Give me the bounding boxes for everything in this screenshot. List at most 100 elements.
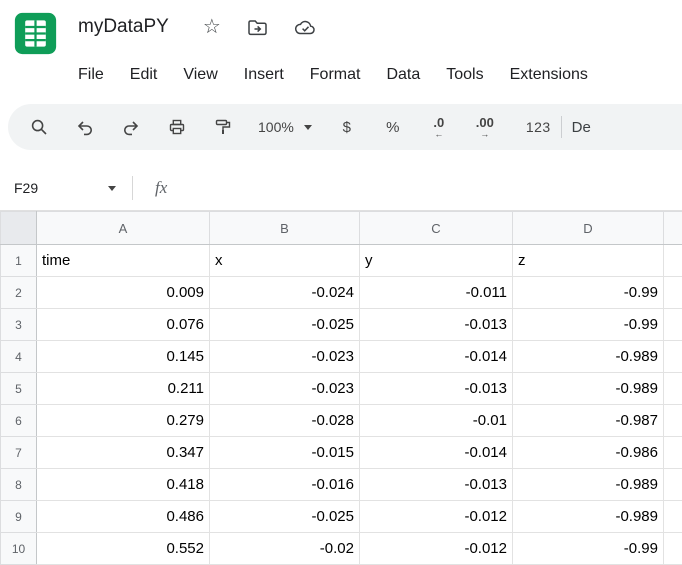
- sheet-row: 60.279-0.028-0.01-0.987: [1, 405, 682, 437]
- cell[interactable]: x: [210, 245, 360, 277]
- undo-button[interactable]: [62, 110, 108, 144]
- cell[interactable]: 0.211: [37, 373, 210, 405]
- cell[interactable]: -0.025: [210, 309, 360, 341]
- column-header-a[interactable]: A: [37, 212, 210, 245]
- print-button[interactable]: [154, 110, 200, 144]
- cell[interactable]: 0.418: [37, 469, 210, 501]
- number-format-button[interactable]: 123: [526, 119, 551, 135]
- cell[interactable]: -0.023: [210, 341, 360, 373]
- row-header[interactable]: 7: [1, 437, 37, 469]
- row-header[interactable]: 1: [1, 245, 37, 277]
- row-header[interactable]: 4: [1, 341, 37, 373]
- cell[interactable]: 0.076: [37, 309, 210, 341]
- select-all-corner[interactable]: [1, 212, 37, 245]
- cell[interactable]: [664, 469, 682, 501]
- cell[interactable]: -0.02: [210, 533, 360, 565]
- cell[interactable]: [664, 277, 682, 309]
- cell[interactable]: [664, 405, 682, 437]
- cell[interactable]: -0.013: [360, 469, 513, 501]
- cell[interactable]: -0.028: [210, 405, 360, 437]
- cell[interactable]: [664, 309, 682, 341]
- cell[interactable]: -0.015: [210, 437, 360, 469]
- cell[interactable]: -0.012: [360, 533, 513, 565]
- row-header[interactable]: 10: [1, 533, 37, 565]
- cell[interactable]: -0.023: [210, 373, 360, 405]
- cell[interactable]: -0.016: [210, 469, 360, 501]
- row-header[interactable]: 8: [1, 469, 37, 501]
- cell[interactable]: -0.014: [360, 437, 513, 469]
- cell[interactable]: [664, 341, 682, 373]
- cell[interactable]: 0.145: [37, 341, 210, 373]
- star-icon[interactable]: ☆: [203, 17, 221, 37]
- arrow-left-icon: ←: [434, 130, 443, 139]
- cell[interactable]: -0.989: [513, 501, 664, 533]
- cell[interactable]: [664, 437, 682, 469]
- menu-item-edit[interactable]: Edit: [117, 62, 171, 88]
- zoom-value: 100%: [258, 119, 294, 135]
- cell[interactable]: 0.552: [37, 533, 210, 565]
- column-header-e[interactable]: [664, 212, 682, 245]
- search-icon[interactable]: [16, 110, 62, 144]
- font-selector[interactable]: De: [572, 119, 591, 136]
- row-header[interactable]: 5: [1, 373, 37, 405]
- percent-format-button[interactable]: %: [370, 110, 416, 144]
- cell[interactable]: -0.01: [360, 405, 513, 437]
- row-header[interactable]: 2: [1, 277, 37, 309]
- cell[interactable]: 0.279: [37, 405, 210, 437]
- increase-decimal-button[interactable]: .00 →: [462, 110, 508, 144]
- cell[interactable]: -0.012: [360, 501, 513, 533]
- menu-item-extensions[interactable]: Extensions: [497, 62, 601, 88]
- paint-format-button[interactable]: [200, 110, 246, 144]
- column-header-c[interactable]: C: [360, 212, 513, 245]
- currency-format-button[interactable]: $: [324, 110, 370, 144]
- cell[interactable]: 0.009: [37, 277, 210, 309]
- menu-item-insert[interactable]: Insert: [231, 62, 297, 88]
- menu-item-file[interactable]: File: [65, 62, 117, 88]
- cell[interactable]: -0.987: [513, 405, 664, 437]
- cell[interactable]: -0.99: [513, 309, 664, 341]
- column-header-d[interactable]: D: [513, 212, 664, 245]
- cloud-status-icon[interactable]: [294, 19, 317, 36]
- cell[interactable]: [664, 373, 682, 405]
- cell[interactable]: -0.014: [360, 341, 513, 373]
- cell[interactable]: -0.989: [513, 469, 664, 501]
- cell[interactable]: -0.011: [360, 277, 513, 309]
- zoom-control[interactable]: 100%: [246, 119, 324, 135]
- redo-button[interactable]: [108, 110, 154, 144]
- fx-icon: fx: [155, 178, 167, 198]
- cell[interactable]: -0.99: [513, 533, 664, 565]
- menu-item-view[interactable]: View: [170, 62, 230, 88]
- cell[interactable]: 0.347: [37, 437, 210, 469]
- sheet-row: 80.418-0.016-0.013-0.989: [1, 469, 682, 501]
- cell[interactable]: -0.013: [360, 373, 513, 405]
- cell[interactable]: -0.99: [513, 277, 664, 309]
- doc-title[interactable]: myDataPY: [78, 16, 169, 38]
- cell[interactable]: -0.986: [513, 437, 664, 469]
- column-header-b[interactable]: B: [210, 212, 360, 245]
- cell[interactable]: y: [360, 245, 513, 277]
- cell[interactable]: z: [513, 245, 664, 277]
- cell[interactable]: -0.025: [210, 501, 360, 533]
- row-header[interactable]: 6: [1, 405, 37, 437]
- cell[interactable]: time: [37, 245, 210, 277]
- row-header[interactable]: 9: [1, 501, 37, 533]
- cell[interactable]: 0.486: [37, 501, 210, 533]
- sheets-logo-icon[interactable]: [13, 11, 58, 56]
- cell[interactable]: [664, 533, 682, 565]
- cell[interactable]: [664, 501, 682, 533]
- cell[interactable]: [664, 245, 682, 277]
- menu-item-data[interactable]: Data: [373, 62, 433, 88]
- decrease-decimal-button[interactable]: .0 ←: [416, 110, 462, 144]
- cell[interactable]: -0.989: [513, 341, 664, 373]
- row-header[interactable]: 3: [1, 309, 37, 341]
- formula-bar-separator: [132, 176, 133, 200]
- sheet-row: 100.552-0.02-0.012-0.99: [1, 533, 682, 565]
- cell[interactable]: -0.013: [360, 309, 513, 341]
- name-box[interactable]: F29: [0, 180, 132, 196]
- move-folder-icon[interactable]: [247, 18, 268, 37]
- cell[interactable]: -0.024: [210, 277, 360, 309]
- cell[interactable]: -0.989: [513, 373, 664, 405]
- toolbar-separator: [561, 116, 562, 138]
- menu-item-tools[interactable]: Tools: [433, 62, 496, 88]
- menu-item-format[interactable]: Format: [297, 62, 374, 88]
